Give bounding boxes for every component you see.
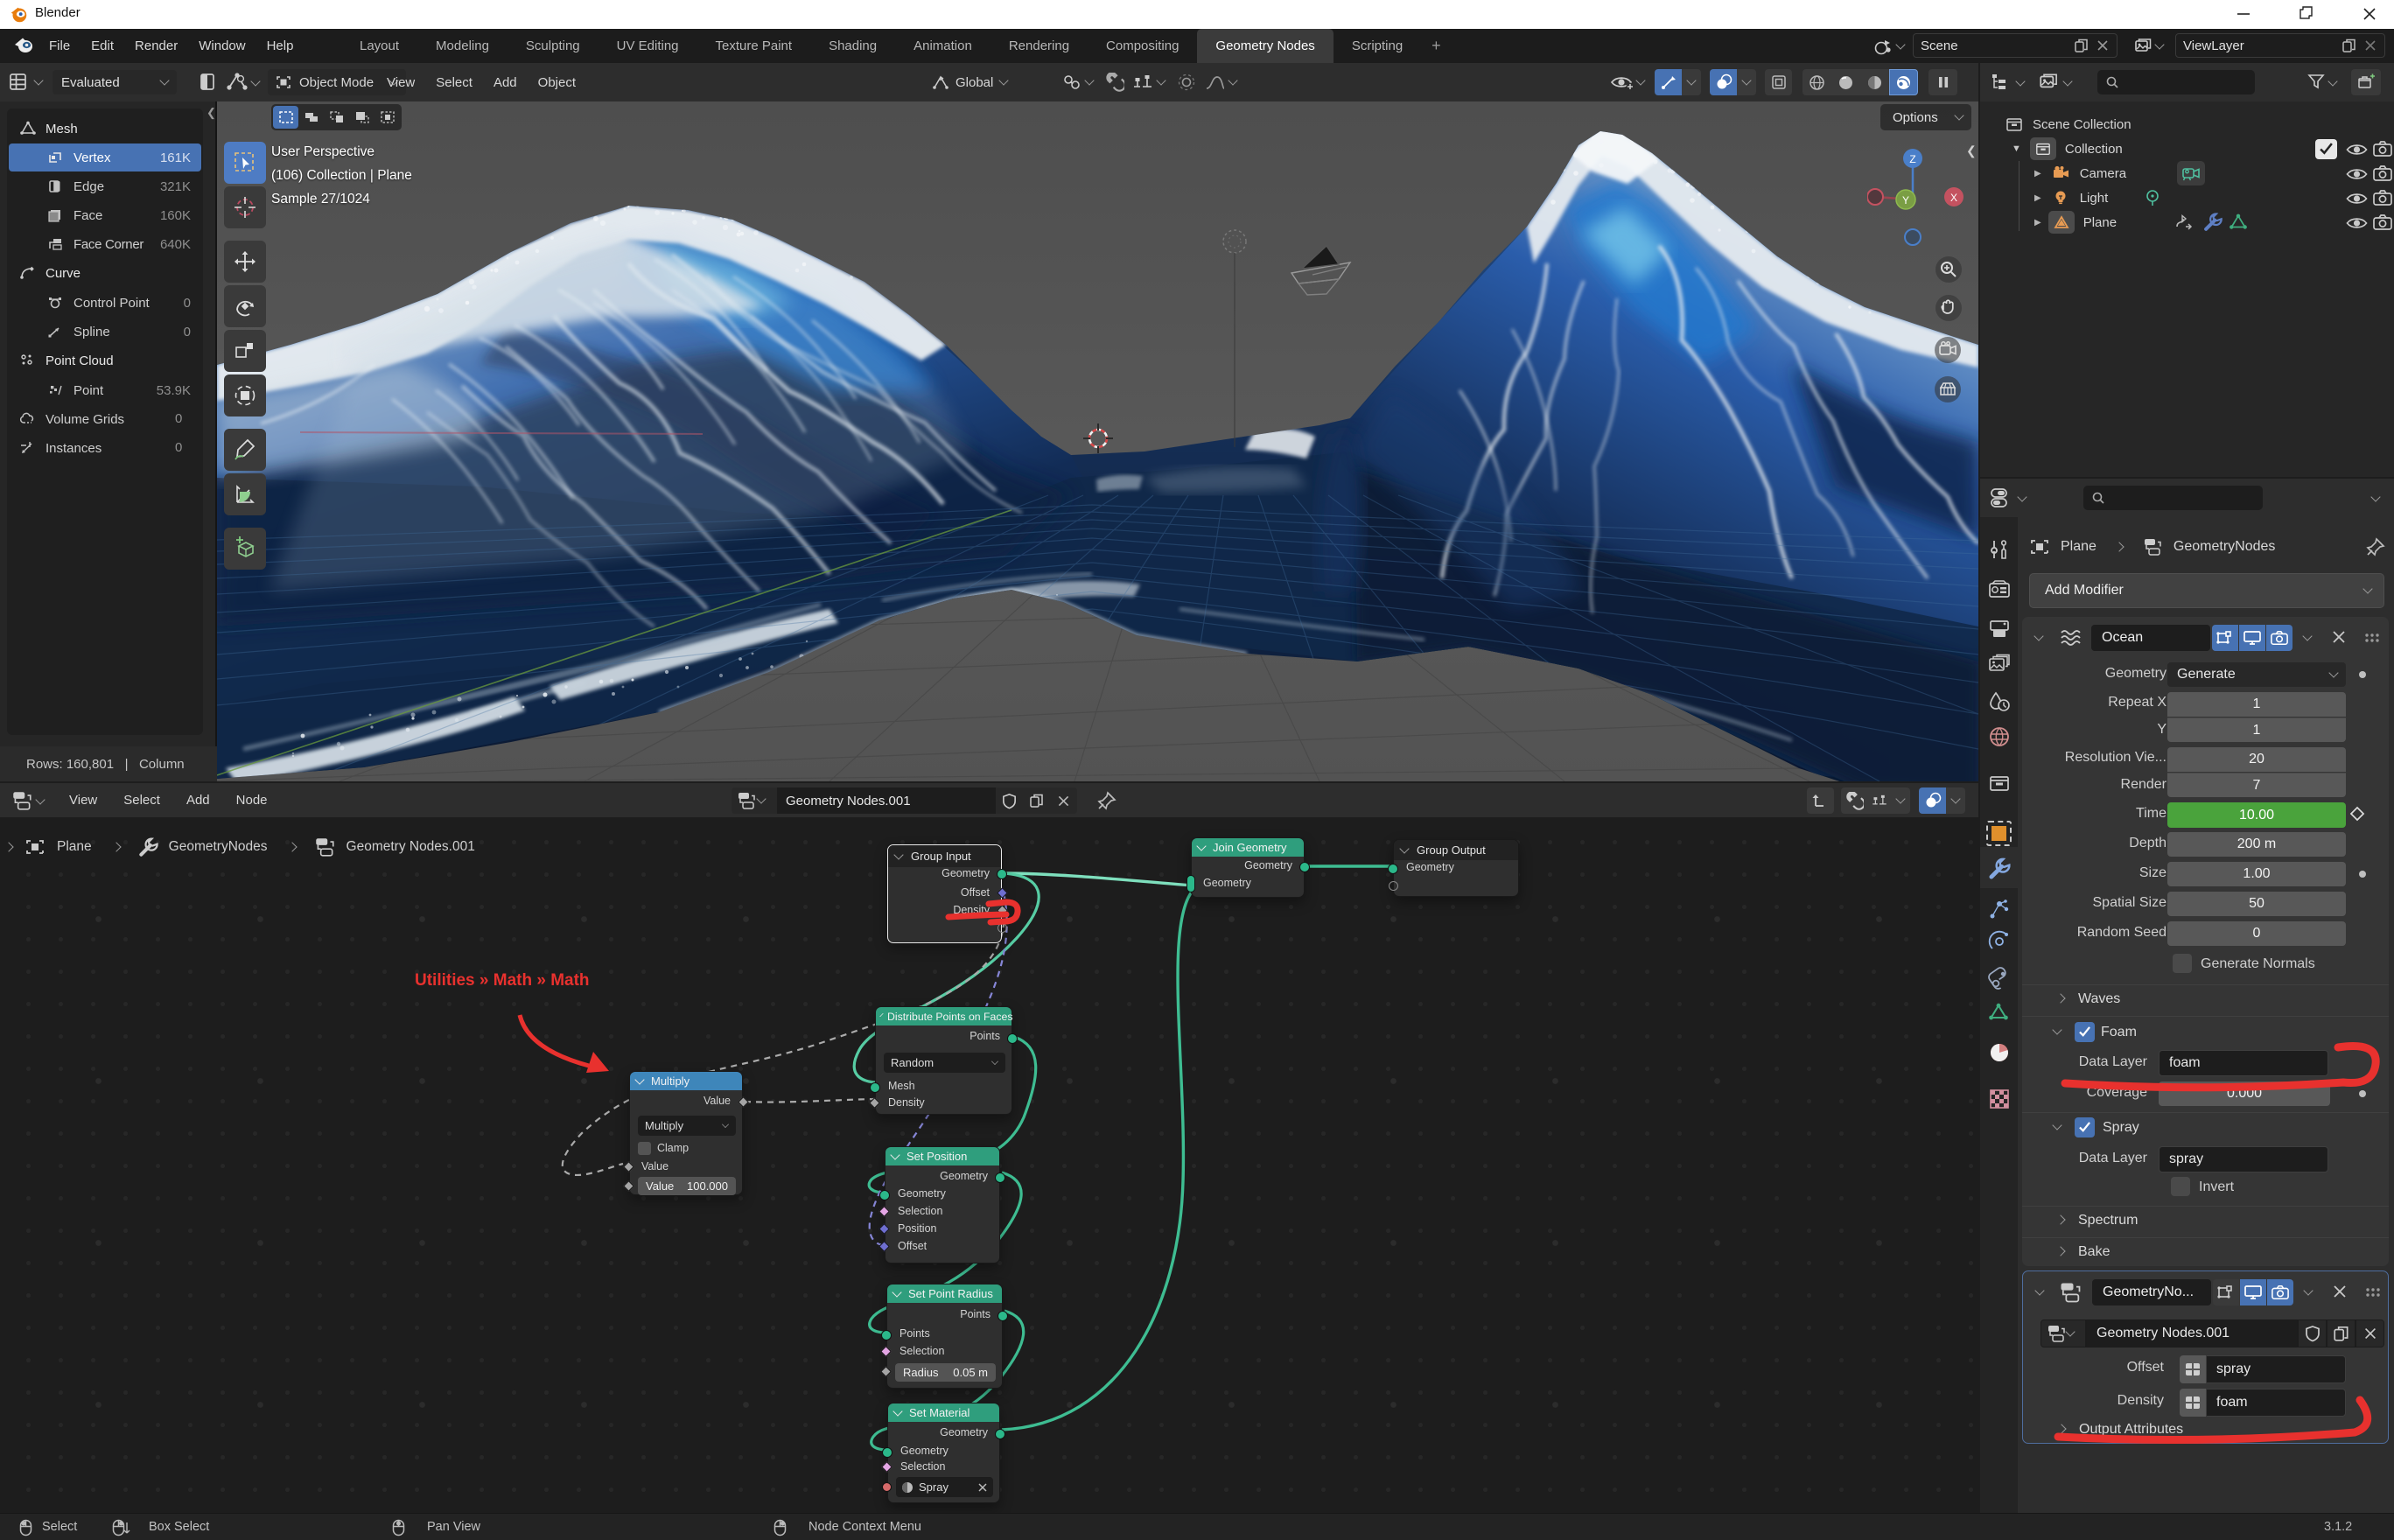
svg-text:X: X [1950, 192, 1957, 204]
svg-text:Y: Y [1902, 194, 1909, 206]
svg-text:Z: Z [1909, 153, 1915, 165]
